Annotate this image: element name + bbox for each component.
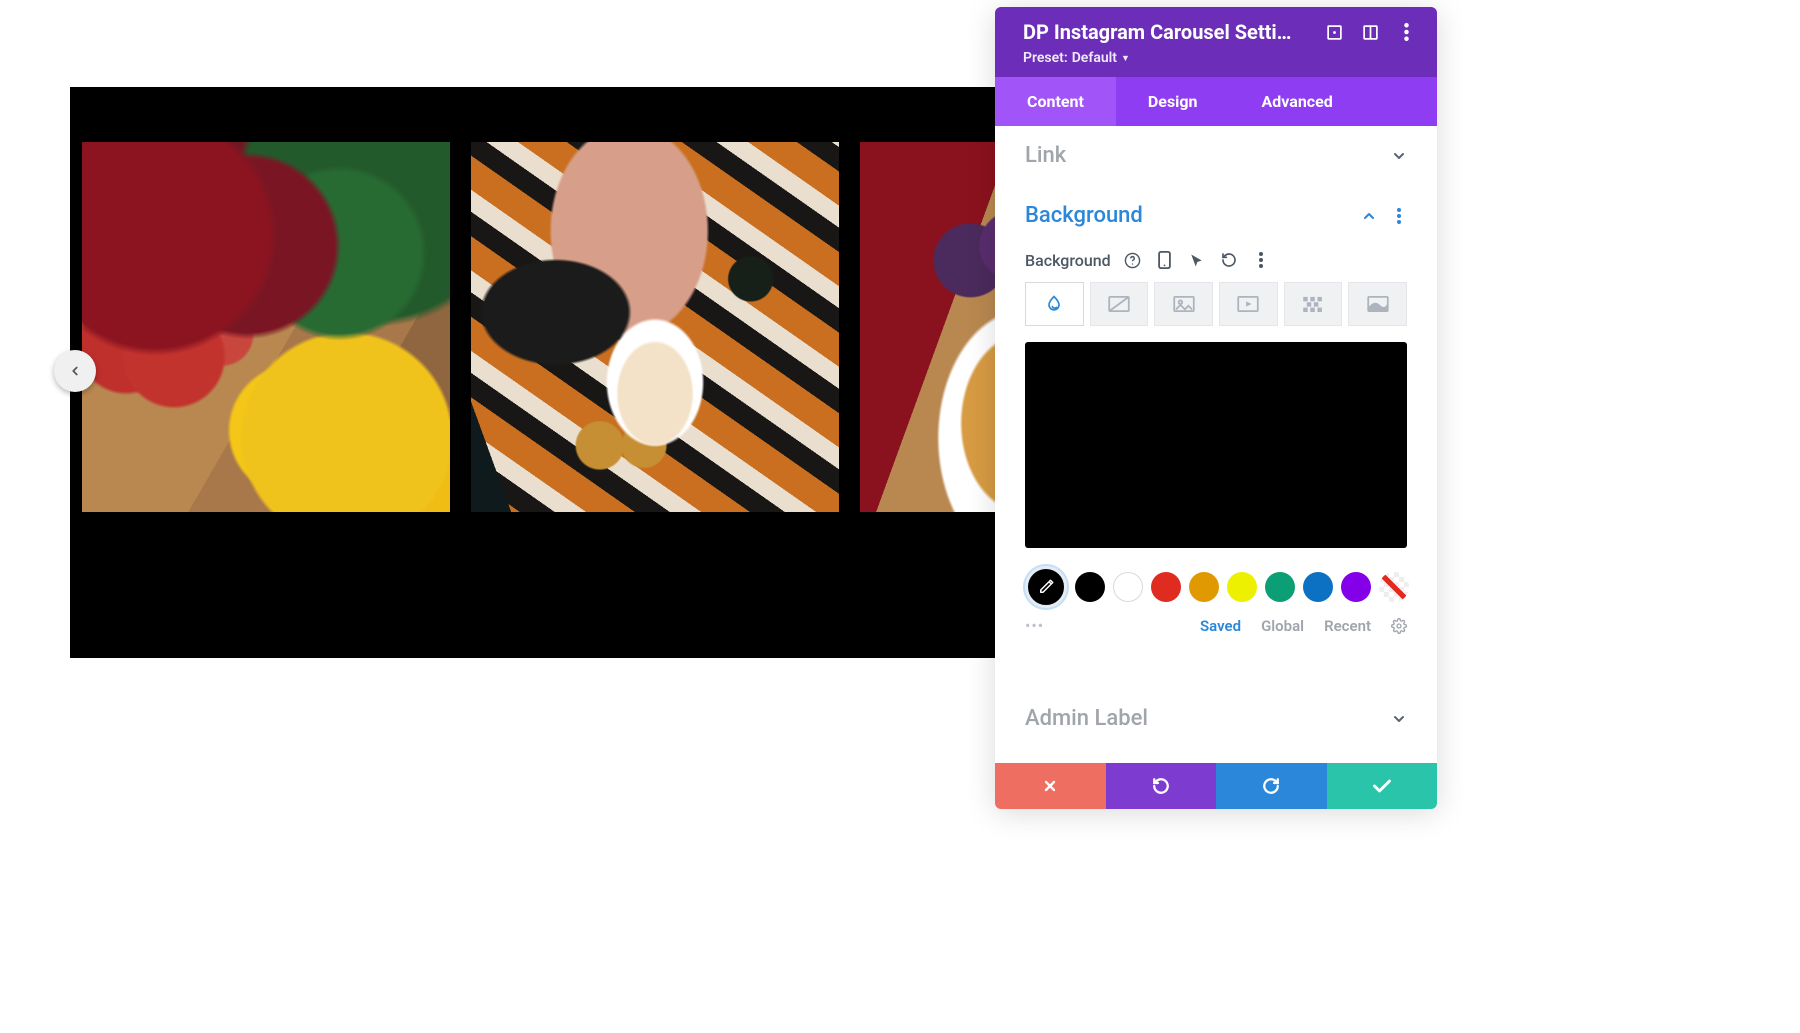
palette-tab-saved[interactable]: Saved	[1200, 617, 1241, 635]
more-icon[interactable]	[1395, 21, 1417, 43]
panel-tabs: Content Design Advanced	[995, 77, 1437, 126]
redo-button[interactable]	[1216, 763, 1327, 809]
save-button[interactable]	[1327, 763, 1438, 809]
carousel-item[interactable]	[82, 142, 450, 512]
bg-type-color[interactable]	[1025, 282, 1084, 326]
swatch-orange[interactable]	[1189, 572, 1219, 602]
carousel-item[interactable]	[471, 142, 839, 512]
expand-icon[interactable]	[1323, 21, 1345, 43]
bg-type-video[interactable]	[1219, 282, 1278, 326]
panel-header: DP Instagram Carousel Setti… Preset: Def…	[995, 7, 1437, 77]
swatch-white[interactable]	[1113, 572, 1143, 602]
reset-icon[interactable]	[1219, 250, 1239, 270]
carousel-prev-button[interactable]	[54, 350, 96, 392]
phone-icon[interactable]	[1155, 250, 1175, 270]
bg-type-pattern[interactable]	[1284, 282, 1343, 326]
background-field-row: Background	[1025, 250, 1407, 270]
palette-tab-recent[interactable]: Recent	[1324, 617, 1371, 635]
chevron-down-icon	[1391, 711, 1407, 727]
section-link[interactable]: Link	[995, 126, 1437, 186]
settings-panel: DP Instagram Carousel Setti… Preset: Def…	[995, 7, 1437, 809]
swatch-purple[interactable]	[1341, 572, 1371, 602]
help-icon[interactable]	[1123, 250, 1143, 270]
panel-footer	[995, 763, 1437, 809]
section-admin-label[interactable]: Admin Label	[995, 689, 1437, 749]
chevron-down-icon	[1391, 148, 1407, 164]
preset-label: Preset:	[1023, 50, 1068, 66]
palette-tab-global[interactable]: Global	[1261, 617, 1304, 635]
swatch-black[interactable]	[1075, 572, 1105, 602]
section-more-icon[interactable]	[1391, 208, 1407, 224]
swatch-transparent[interactable]	[1379, 572, 1409, 602]
bg-type-gradient[interactable]	[1090, 282, 1149, 326]
swatch-red[interactable]	[1151, 572, 1181, 602]
section-background-title: Background	[1025, 203, 1143, 228]
chevron-up-icon	[1361, 208, 1377, 224]
undo-button[interactable]	[1106, 763, 1217, 809]
snap-icon[interactable]	[1359, 21, 1381, 43]
background-field-label: Background	[1025, 251, 1111, 270]
color-preview[interactable]	[1025, 342, 1407, 548]
bg-type-mask[interactable]	[1348, 282, 1407, 326]
section-link-title: Link	[1025, 143, 1066, 168]
field-more-icon[interactable]	[1251, 250, 1271, 270]
swatch-yellow[interactable]	[1227, 572, 1257, 602]
swatch-blue[interactable]	[1303, 572, 1333, 602]
tab-design[interactable]: Design	[1116, 77, 1230, 126]
palette-subrow: ••• Saved Global Recent	[1025, 616, 1407, 635]
tab-advanced[interactable]: Advanced	[1230, 77, 1365, 126]
background-type-tabs	[1025, 282, 1407, 326]
swatch-teal[interactable]	[1265, 572, 1295, 602]
bg-type-image[interactable]	[1154, 282, 1213, 326]
gear-icon[interactable]	[1391, 618, 1407, 634]
eyedropper-button[interactable]	[1025, 566, 1067, 608]
section-admin-label-title: Admin Label	[1025, 706, 1148, 731]
section-background: Background Background	[995, 186, 1437, 653]
hover-icon[interactable]	[1187, 250, 1207, 270]
preset-dropdown[interactable]: Preset: Default ▼	[1023, 50, 1417, 66]
panel-body: Link Background Background	[995, 126, 1437, 763]
panel-title: DP Instagram Carousel Setti…	[1023, 20, 1309, 44]
section-background-header[interactable]: Background	[1025, 203, 1407, 228]
cancel-button[interactable]	[995, 763, 1106, 809]
caret-down-icon: ▼	[1121, 53, 1130, 64]
swatch-row	[1025, 566, 1407, 608]
preset-value: Default	[1072, 50, 1117, 66]
tab-content[interactable]: Content	[995, 77, 1116, 126]
palette-more-icon[interactable]: •••	[1025, 616, 1044, 635]
